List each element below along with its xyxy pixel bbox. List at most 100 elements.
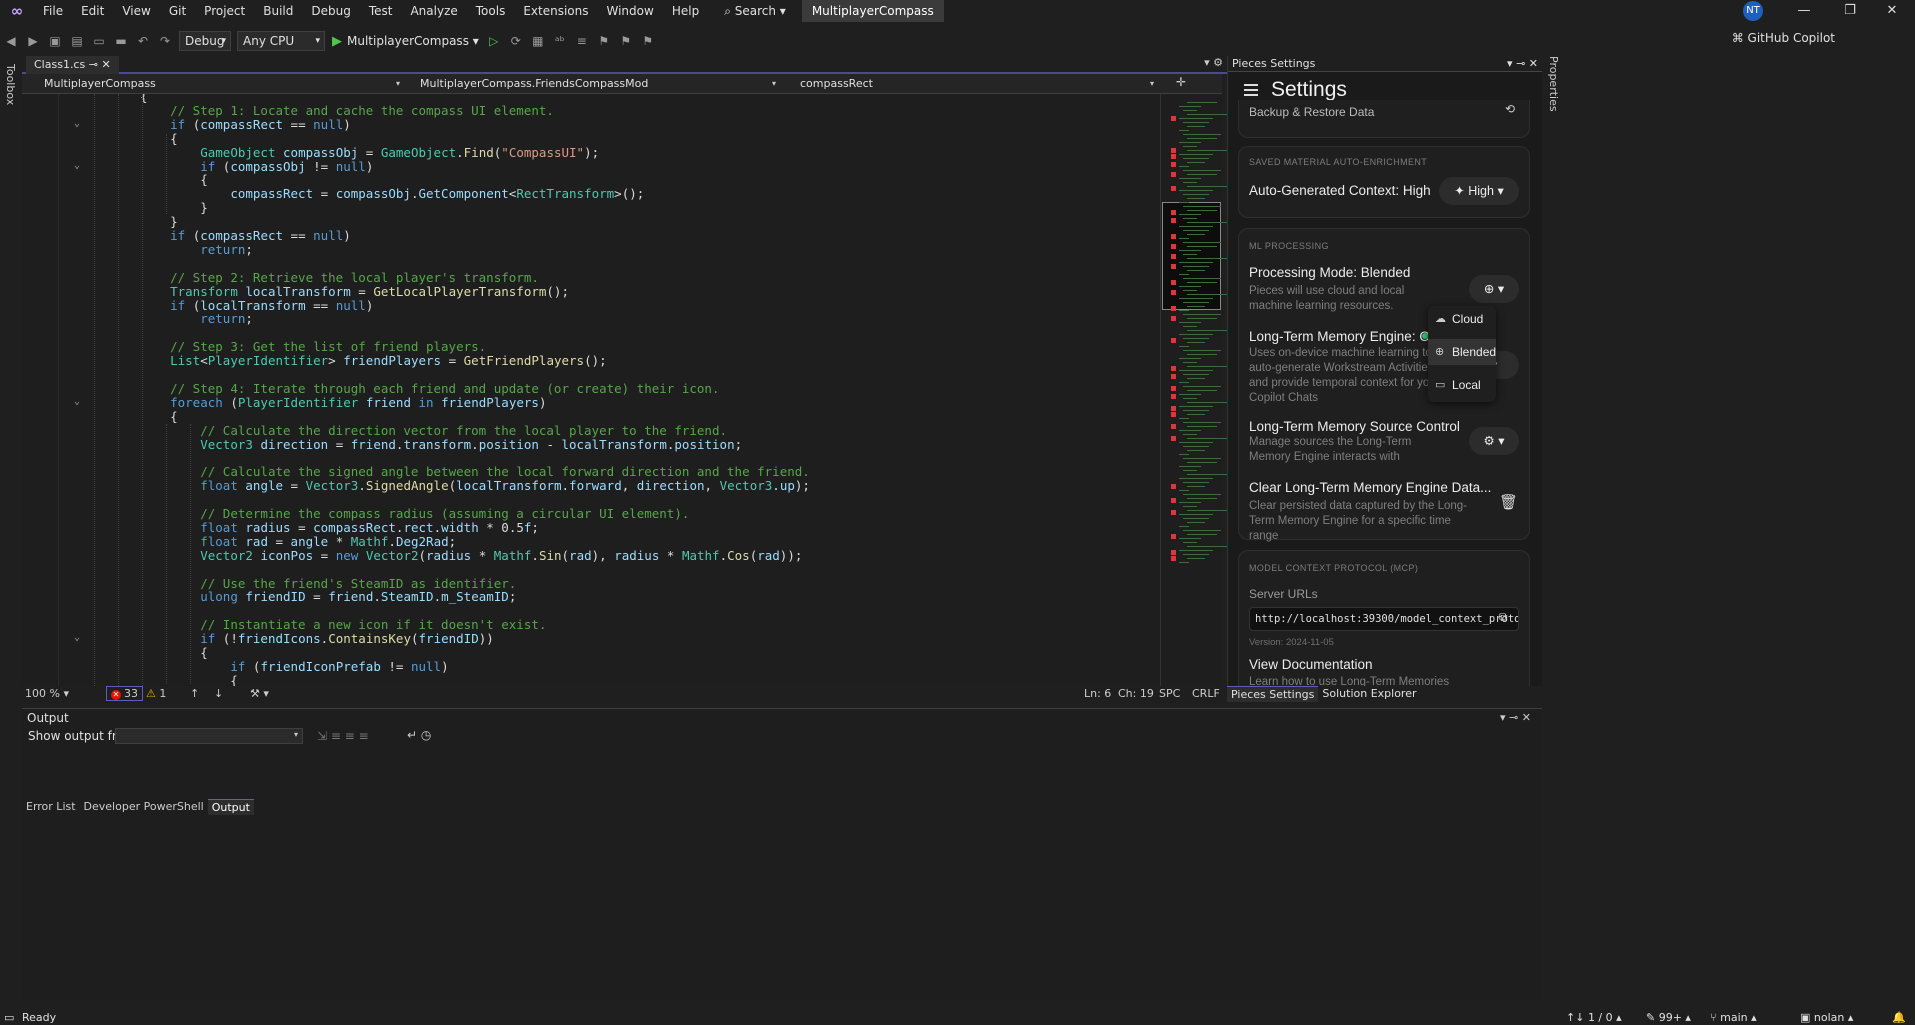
run-button[interactable]: ▶ MultiplayerCompass ▾ (332, 34, 479, 49)
code-line[interactable]: // Step 4: Iterate through each friend a… (140, 381, 719, 396)
minimap-error-mark[interactable] (1171, 556, 1176, 561)
hot-reload-icon[interactable]: ⟳ (506, 31, 526, 51)
minimap-error-mark[interactable] (1171, 254, 1176, 259)
minimap-error-mark[interactable] (1171, 436, 1176, 441)
code-line[interactable]: if (!friendIcons.ContainsKey(friendID)) (140, 632, 494, 646)
code-line[interactable]: { (140, 673, 238, 686)
tab-solution-explorer[interactable]: Solution Explorer (1318, 686, 1420, 702)
dropdown-item-blended[interactable]: ⊕ Blended (1428, 339, 1496, 365)
code-line[interactable]: if (compassRect == null) (140, 117, 351, 132)
minimap-error-mark[interactable] (1171, 148, 1176, 153)
minimap-error-mark[interactable] (1171, 534, 1176, 539)
git-branch[interactable]: ⑂ main ▴ (1710, 1011, 1757, 1025)
ltm-source-select[interactable]: ⚙ ▾ (1469, 427, 1519, 455)
hamburger-icon[interactable] (1244, 84, 1258, 99)
code-line[interactable]: return; (140, 312, 253, 326)
fold-chevron-icon[interactable]: ⌄ (74, 160, 86, 171)
code-line[interactable]: } (140, 201, 208, 215)
menu-extensions[interactable]: Extensions (514, 0, 597, 22)
warning-count[interactable]: ⚠ 1 (146, 687, 166, 701)
zoom-level[interactable]: 100 % ▾ (25, 687, 69, 701)
minimap-error-mark[interactable] (1171, 510, 1176, 515)
minimap-error-mark[interactable] (1171, 186, 1176, 191)
error-count[interactable]: ✕ 33 (106, 686, 143, 701)
minimap-error-mark[interactable] (1171, 374, 1176, 379)
member-select[interactable]: compassRect ▾ (782, 75, 1158, 92)
bookmark-prev-icon[interactable]: ⚑ (616, 31, 636, 51)
close-tab-icon[interactable]: ✕ (101, 58, 110, 71)
code-line[interactable]: } (140, 215, 178, 229)
minimap-error-mark[interactable] (1171, 412, 1176, 417)
minimap-error-mark[interactable] (1171, 162, 1176, 167)
minimap-error-mark[interactable] (1171, 424, 1176, 429)
properties-tab[interactable]: Properties (1547, 56, 1560, 112)
code-line[interactable]: float radius = compassRect.rect.width * … (140, 520, 539, 535)
code-line[interactable]: { (140, 131, 178, 146)
browser-link-icon[interactable]: ▦ (528, 31, 548, 51)
minimap-error-mark[interactable] (1171, 316, 1176, 321)
code-line[interactable]: // Determine the compass radius (assumin… (140, 507, 689, 521)
tab-error-list[interactable]: Error List (22, 799, 80, 815)
back-icon[interactable]: ◀ (1, 31, 21, 51)
minimap-error-mark[interactable] (1171, 280, 1176, 285)
dropdown-item-cloud[interactable]: ☁ Cloud (1428, 306, 1496, 332)
whitespace-mode[interactable]: SPC (1159, 687, 1180, 701)
minimap-error-mark[interactable] (1171, 386, 1176, 391)
minimap-error-mark[interactable] (1171, 550, 1176, 555)
output-tools-icon[interactable]: ⇲ ≡ ≡ ≡ (317, 729, 369, 743)
tab-class1[interactable]: Class1.cs ⊸ ✕ (26, 56, 119, 74)
menu-file[interactable]: File (34, 0, 72, 22)
processing-mode-select[interactable]: ⊕ ▾ (1469, 275, 1519, 303)
menu-build[interactable]: Build (254, 0, 302, 22)
redo-icon[interactable]: ↷ (155, 31, 175, 51)
code-line[interactable]: // Step 2: Retrieve the local player's t… (140, 270, 539, 285)
menu-help[interactable]: Help (663, 0, 708, 22)
code-line[interactable]: float rad = angle * Mathf.Deg2Rad; (140, 534, 456, 549)
copy-icon[interactable]: ⧉ (1499, 610, 1508, 625)
code-line[interactable]: { (140, 646, 208, 660)
minimap-error-mark[interactable] (1171, 244, 1176, 249)
menu-view[interactable]: View (113, 0, 159, 22)
code-line[interactable]: if (localTransform == null) (140, 298, 373, 313)
search-button[interactable]: ⌕ Search ▾ (716, 4, 794, 19)
minimap-error-mark[interactable] (1171, 116, 1176, 121)
minimap-error-mark[interactable] (1171, 366, 1176, 371)
menu-edit[interactable]: Edit (72, 0, 113, 22)
start-without-debug-icon[interactable]: ▷ (484, 31, 504, 51)
panel-controls-icon[interactable]: ▾ ⊸ ✕ (1507, 56, 1538, 71)
restore-icon[interactable]: ❐ (1827, 0, 1873, 22)
code-line[interactable]: { (140, 409, 178, 424)
code-line[interactable]: if (friendIconPrefab != null) (140, 659, 448, 674)
clear-ltm-label[interactable]: Clear Long-Term Memory Engine Data... (1249, 480, 1491, 495)
menu-analyze[interactable]: Analyze (401, 0, 466, 22)
vs-logo-icon[interactable]: ∞ (0, 0, 34, 22)
code-line[interactable]: // Step 1: Locate and cache the compass … (140, 103, 554, 118)
tab-pieces-settings[interactable]: Pieces Settings (1227, 686, 1319, 702)
code-line[interactable]: // Calculate the direction vector from t… (140, 423, 727, 438)
column-number[interactable]: Ch: 19 (1118, 687, 1154, 701)
config-select[interactable]: Debug ▾ (179, 31, 231, 51)
minimize-icon[interactable]: — (1781, 0, 1827, 22)
code-line[interactable]: foreach (PlayerIdentifier friend in frie… (140, 395, 546, 410)
word-wrap-icon[interactable]: ↵ ◷ (407, 728, 431, 742)
bookmark-next-icon[interactable]: ⚑ (638, 31, 658, 51)
code-line[interactable]: float angle = Vector3.SignedAngle(localT… (140, 479, 810, 493)
code-line[interactable]: ulong friendID = friend.SteamID.m_SteamI… (140, 590, 516, 604)
code-line[interactable]: // Use the friend's SteamID as identifie… (140, 576, 516, 591)
undo-icon[interactable]: ↶ (133, 31, 153, 51)
close-icon[interactable]: ✕ (1869, 0, 1915, 22)
backup-restore-label[interactable]: Backup & Restore Data (1249, 105, 1374, 119)
minimap-error-mark[interactable] (1171, 406, 1176, 411)
code-line[interactable]: { (140, 173, 208, 187)
mcp-url-field[interactable]: http://localhost:39300/model_context_pro… (1249, 607, 1519, 631)
minimap-error-mark[interactable] (1171, 498, 1176, 503)
spell-check-icon[interactable]: ᵃᵇ (550, 31, 570, 51)
tab-developer-powershell[interactable]: Developer PowerShell (80, 799, 208, 815)
minimap-error-mark[interactable] (1171, 172, 1176, 177)
minimap-error-mark[interactable] (1171, 290, 1176, 295)
code-line[interactable]: List<PlayerIdentifier> friendPlayers = G… (140, 354, 607, 368)
trash-icon[interactable]: 🗑 (1499, 493, 1518, 511)
dropdown-item-local[interactable]: ▭ Local (1428, 372, 1496, 398)
tab-output[interactable]: Output (207, 799, 254, 815)
class-select[interactable]: MultiplayerCompass.FriendsCompassMod ▾ (402, 75, 780, 92)
